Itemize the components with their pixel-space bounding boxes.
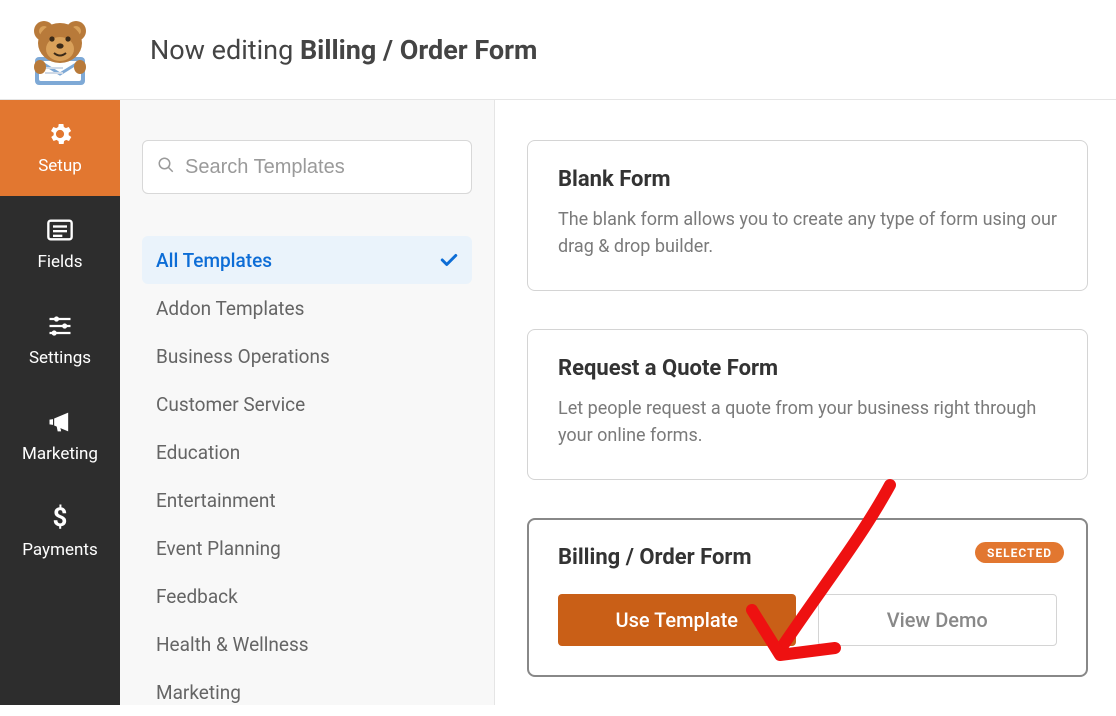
template-card-billing[interactable]: SELECTED Billing / Order Form Use Templa…	[527, 518, 1088, 677]
category-label: Health & Wellness	[156, 633, 309, 656]
category-label: Customer Service	[156, 393, 305, 416]
page-title: Now editing Billing / Order Form	[120, 34, 537, 66]
nav-setup[interactable]: Setup	[0, 100, 120, 196]
check-icon	[440, 249, 458, 272]
dollar-icon: $	[44, 504, 76, 532]
category-label: Addon Templates	[156, 297, 304, 320]
nav-marketing-label: Marketing	[22, 444, 98, 464]
template-panel: Blank Form The blank form allows you to …	[495, 100, 1116, 705]
template-desc: Let people request a quote from your bus…	[558, 395, 1057, 449]
nav-settings-label: Settings	[29, 348, 91, 368]
nav-marketing[interactable]: Marketing	[0, 388, 120, 484]
category-marketing[interactable]: Marketing	[142, 668, 472, 716]
category-label: Education	[156, 441, 240, 464]
template-title: Blank Form	[558, 167, 1057, 192]
nav-setup-label: Setup	[38, 156, 82, 176]
category-entertainment[interactable]: Entertainment	[142, 476, 472, 524]
category-label: Feedback	[156, 585, 238, 608]
svg-text:$: $	[53, 504, 68, 532]
use-template-button[interactable]: Use Template	[558, 594, 796, 646]
template-card-blank[interactable]: Blank Form The blank form allows you to …	[527, 140, 1088, 291]
search-box[interactable]	[142, 140, 472, 194]
category-feedback[interactable]: Feedback	[142, 572, 472, 620]
category-health-wellness[interactable]: Health & Wellness	[142, 620, 472, 668]
search-icon	[157, 156, 175, 178]
bear-logo-icon	[21, 13, 99, 87]
category-business-operations[interactable]: Business Operations	[142, 332, 472, 380]
nav-fields[interactable]: Fields	[0, 196, 120, 292]
category-label: Entertainment	[156, 489, 276, 512]
category-customer-service[interactable]: Customer Service	[142, 380, 472, 428]
editing-prefix: Now editing	[150, 34, 293, 66]
left-nav-rail: Setup Fields Settings Marketing $ Paymen…	[0, 100, 120, 705]
category-label: Business Operations	[156, 345, 330, 368]
template-desc: The blank form allows you to create any …	[558, 206, 1057, 260]
nav-fields-label: Fields	[37, 252, 82, 272]
nav-payments-label: Payments	[22, 540, 97, 560]
category-event-planning[interactable]: Event Planning	[142, 524, 472, 572]
megaphone-icon	[44, 408, 76, 436]
gear-icon	[44, 120, 76, 148]
template-title: Request a Quote Form	[558, 356, 1057, 381]
category-panel: All Templates Addon Templates Business O…	[120, 100, 495, 705]
list-icon	[44, 216, 76, 244]
app-logo	[0, 13, 120, 87]
search-input[interactable]	[185, 156, 457, 179]
editing-formname: Billing / Order Form	[300, 34, 538, 66]
nav-settings[interactable]: Settings	[0, 292, 120, 388]
view-demo-button[interactable]: View Demo	[818, 594, 1058, 646]
category-education[interactable]: Education	[142, 428, 472, 476]
category-label: Marketing	[156, 681, 241, 704]
category-label: Event Planning	[156, 537, 281, 560]
nav-payments[interactable]: $ Payments	[0, 484, 120, 580]
category-all-templates[interactable]: All Templates	[142, 236, 472, 284]
template-card-quote[interactable]: Request a Quote Form Let people request …	[527, 329, 1088, 480]
category-addon-templates[interactable]: Addon Templates	[142, 284, 472, 332]
top-header: Now editing Billing / Order Form	[0, 0, 1116, 100]
selected-badge: SELECTED	[975, 542, 1064, 563]
category-label: All Templates	[156, 249, 272, 272]
category-list: All Templates Addon Templates Business O…	[142, 236, 472, 716]
sliders-icon	[44, 312, 76, 340]
